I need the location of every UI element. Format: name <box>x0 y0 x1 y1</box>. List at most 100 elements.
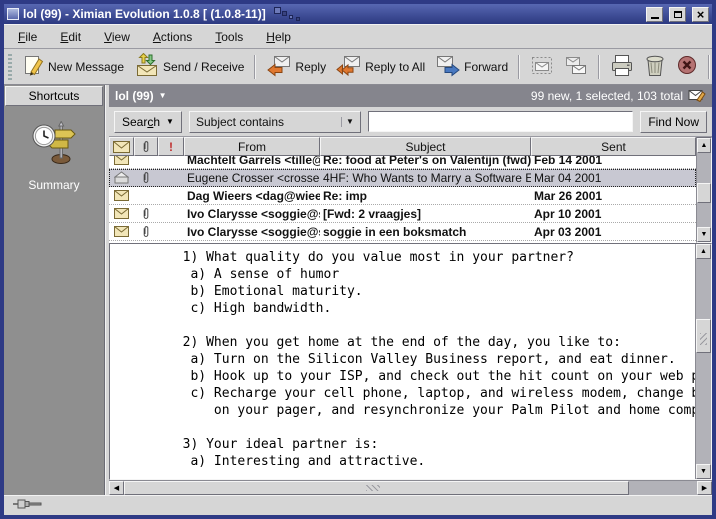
folder-compose-icon <box>688 88 706 105</box>
search-bar: Search ▼ Subject contains ▼ Find Now <box>109 107 712 137</box>
menubar: File Edit View Actions Tools Help <box>4 24 712 49</box>
toolbar-separator <box>254 55 256 79</box>
toolbar-separator <box>518 55 520 79</box>
menu-edit[interactable]: Edit <box>60 30 81 44</box>
print-button[interactable] <box>606 51 638 83</box>
menu-help[interactable]: Help <box>266 30 291 44</box>
summary-icon <box>30 121 78 170</box>
message-list-scrollbar[interactable]: ▲ ▼ <box>696 137 712 243</box>
menu-view[interactable]: View <box>104 30 130 44</box>
column-priority[interactable]: ! <box>158 137 184 156</box>
maximize-button[interactable] <box>669 7 686 22</box>
send-receive-icon <box>134 53 160 80</box>
read-envelope-icon <box>114 171 129 184</box>
folder-bar: lol (99) ▼ 99 new, 1 selected, 103 total <box>109 85 712 107</box>
table-row[interactable]: Ivo Clarysse <soggie@s... [Fwd: 2 vraagj… <box>109 205 696 223</box>
column-sent[interactable]: Sent <box>531 137 696 156</box>
move-message-icon <box>530 54 554 80</box>
reply-to-all-button[interactable]: Reply to All <box>332 51 429 83</box>
reply-button[interactable]: Reply <box>262 51 330 83</box>
column-subject[interactable]: Subject <box>320 137 531 156</box>
table-row-selected[interactable]: Eugene Crosser <crosser... 4HF: Who Want… <box>109 169 696 187</box>
column-status[interactable] <box>109 137 134 156</box>
reply-to-all-label: Reply to All <box>365 60 425 74</box>
content-area: lol (99) ▼ 99 new, 1 selected, 103 total… <box>109 85 712 495</box>
table-row[interactable]: Ivo Clarysse <soggie@s... soggie in een … <box>109 223 696 241</box>
find-now-button[interactable]: Find Now <box>640 111 707 133</box>
scroll-down-icon[interactable]: ▼ <box>697 227 711 242</box>
shortcut-summary[interactable]: Summary <box>28 121 79 192</box>
scroll-up-icon[interactable]: ▲ <box>696 244 711 259</box>
chevron-down-icon: ▼ <box>341 117 358 127</box>
folder-caret-icon[interactable]: ▼ <box>159 92 167 100</box>
table-row[interactable]: Dag Wieers <dag@wieer... Re: imp Mar 26 … <box>109 187 696 205</box>
reply-to-all-icon <box>336 54 362 80</box>
folder-status-text: 99 new, 1 selected, 103 total <box>531 89 683 103</box>
search-input[interactable] <box>368 111 633 132</box>
unread-envelope-icon <box>114 190 129 201</box>
evolution-window: lol (99) - Ximian Evolution 1.0.8 [ (1.0… <box>0 0 716 519</box>
preview-pane: 1) What quality do you value most in you… <box>109 243 712 480</box>
toolbar-drag-handle[interactable] <box>8 54 12 80</box>
menu-file[interactable]: File <box>18 30 37 44</box>
scrollbar-trough[interactable] <box>629 481 697 495</box>
minimize-button[interactable] <box>646 7 663 22</box>
toolbar-separator <box>598 55 600 79</box>
message-list-header: ! From Subject Sent <box>109 137 696 156</box>
online-status-plug-icon[interactable] <box>13 498 43 513</box>
message-list: ! From Subject Sent Machtelt Garrels <ti… <box>109 137 712 243</box>
print-icon <box>610 54 634 80</box>
send-receive-button[interactable]: Send / Receive <box>130 50 248 83</box>
send-receive-label: Send / Receive <box>163 60 244 74</box>
paperclip-icon <box>142 171 150 184</box>
cancel-button[interactable] <box>672 51 702 82</box>
message-body: 1) What quality do you value most in you… <box>110 244 695 479</box>
message-rows: Machtelt Garrels <tille@... Re: food at … <box>109 156 696 243</box>
copy-message-button[interactable] <box>560 51 592 83</box>
paperclip-icon <box>142 225 150 238</box>
toolbar-separator <box>708 55 710 79</box>
paperclip-icon <box>142 140 150 153</box>
move-message-button[interactable] <box>526 51 558 83</box>
shortcuts-list: Summary <box>4 107 104 495</box>
scrollbar-thumb[interactable] <box>696 319 711 353</box>
preview-horizontal-scrollbar[interactable]: ◀ ▶ <box>109 480 712 495</box>
close-button[interactable]: × <box>692 7 709 22</box>
chevron-down-icon: ▼ <box>166 118 174 126</box>
new-message-icon <box>23 53 45 80</box>
column-attachment[interactable] <box>134 137 158 156</box>
menu-actions[interactable]: Actions <box>153 30 192 44</box>
scroll-right-icon[interactable]: ▶ <box>697 481 712 495</box>
reply-label: Reply <box>295 60 326 74</box>
unread-envelope-icon <box>114 156 129 165</box>
scroll-down-icon[interactable]: ▼ <box>696 464 711 479</box>
forward-icon <box>435 54 461 80</box>
unread-envelope-icon <box>114 208 129 219</box>
toolbar: New Message Send / Receive Reply Reply t… <box>4 49 712 85</box>
search-criteria-select[interactable]: Subject contains ▼ <box>189 111 361 133</box>
search-menu-button[interactable]: Search ▼ <box>114 111 182 133</box>
forward-button[interactable]: Forward <box>431 51 512 83</box>
scroll-left-icon[interactable]: ◀ <box>109 481 124 495</box>
paperclip-icon <box>142 207 150 220</box>
scrollbar-thumb[interactable] <box>697 183 711 203</box>
new-message-button[interactable]: New Message <box>19 50 128 83</box>
folder-title[interactable]: lol (99) <box>115 89 154 103</box>
shortcuts-sidebar: Shortcuts Summary <box>4 85 105 495</box>
scroll-up-icon[interactable]: ▲ <box>697 138 711 153</box>
preview-scrollbar[interactable]: ▲ ▼ <box>695 244 711 479</box>
titlebar-decoration <box>274 6 300 22</box>
titlebar[interactable]: lol (99) - Ximian Evolution 1.0.8 [ (1.0… <box>4 4 712 24</box>
window-icon <box>7 8 19 20</box>
menu-tools[interactable]: Tools <box>215 30 243 44</box>
column-from[interactable]: From <box>184 137 320 156</box>
scrollbar-thumb[interactable] <box>124 481 629 495</box>
shortcuts-group-button[interactable]: Shortcuts <box>5 86 103 106</box>
envelope-icon <box>113 141 130 153</box>
table-row[interactable]: Machtelt Garrels <tille@... Re: food at … <box>109 156 696 169</box>
forward-label: Forward <box>464 60 508 74</box>
cancel-icon <box>676 54 698 79</box>
copy-message-icon <box>564 54 588 80</box>
window-resize-grip[interactable] <box>469 515 485 519</box>
delete-button[interactable] <box>640 51 670 83</box>
